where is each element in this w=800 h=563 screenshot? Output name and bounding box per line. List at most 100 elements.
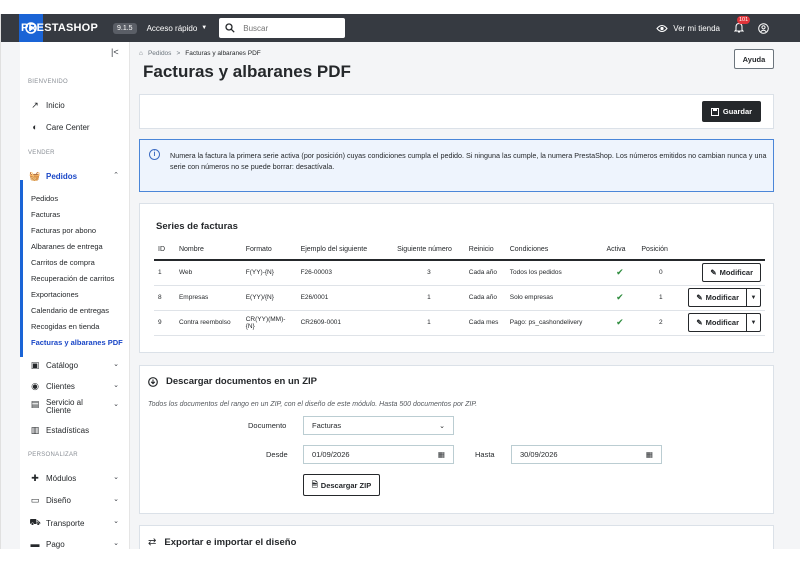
sidebar-item-label: Transporte [46, 518, 85, 528]
export-import-card: ⇄ Exportar e importar el diseño [139, 525, 774, 549]
sidebar-subitem-calendario[interactable]: Calendario de entregas [31, 306, 109, 315]
save-button[interactable]: Guardar [702, 101, 761, 122]
sidebar-item-pago[interactable]: ▬ Pago [29, 539, 65, 549]
cell-name: Web [174, 260, 242, 286]
logo-text: PRESTASHOP [21, 22, 98, 34]
floppy-icon [710, 107, 719, 116]
app-window: PRESTASHOP 9.1.5 Acceso rápido ▼ Ver mi … [0, 14, 800, 549]
download-zip-label: Descargar ZIP [320, 480, 372, 490]
stats-icon: ▥ [30, 425, 40, 435]
cell-example: E26/0001 [296, 285, 394, 311]
cell-next: 1 [393, 310, 465, 336]
info-alert: i Numera la factura la primera serie act… [139, 139, 774, 192]
export-header: ⇄ Exportar e importar el diseño [148, 537, 296, 548]
cell-example: CR2609-0001 [296, 310, 394, 336]
calendar-icon: ▦ [437, 450, 445, 459]
chevron-down-icon[interactable]: ⌄ [113, 495, 119, 503]
sidebar-item-label: Estadísticas [46, 426, 90, 435]
table-row: 1 Web F(YY)-{N} F26-00003 3 Cada año Tod… [154, 260, 765, 286]
sidebar-item-transporte[interactable]: ⛟ Transporte [29, 517, 84, 529]
truck-icon: ⛟ [29, 517, 41, 527]
from-label: Desde [266, 450, 288, 459]
chevron-down-icon[interactable]: ⌄ [113, 360, 119, 368]
info-icon: i [149, 149, 160, 160]
sidebar-subitem-facturas[interactable]: Facturas [31, 210, 60, 219]
modify-button[interactable]: ✎ Modificar [688, 313, 747, 332]
cell-next: 3 [393, 260, 465, 286]
modify-button[interactable]: ✎ Modificar [688, 288, 747, 307]
export-title: Exportar e importar el diseño [164, 537, 297, 548]
collapse-sidebar-icon[interactable]: |< [111, 47, 119, 57]
sidebar-subitem-carritos[interactable]: Carritos de compra [31, 258, 95, 267]
breadcrumb-link[interactable]: Pedidos [148, 50, 172, 57]
document-select-value: Facturas [312, 421, 342, 430]
cell-position: 0 [637, 260, 685, 286]
section-customize: PERSONALIZAR [28, 452, 78, 458]
basket-icon: 🧺 [29, 171, 41, 181]
sidebar-item-label-2: Cliente [46, 406, 71, 415]
quick-access-dropdown[interactable]: Acceso rápido ▼ [147, 24, 208, 33]
chevron-down-icon: ⌄ [439, 422, 445, 430]
sidebar-item-care-center[interactable]: ◐ Care Center [29, 122, 90, 132]
from-date-input[interactable]: 01/09/2026 ▦ [303, 445, 454, 464]
sidebar-item-modulos[interactable]: ✚ Módulos [29, 473, 76, 484]
prestashop-logo[interactable]: PRESTASHOP [1, 14, 105, 42]
to-date-input[interactable]: 30/09/2026 ▦ [511, 445, 662, 464]
table-header-row: ID Nombre Formato Ejemplo del siguiente … [154, 240, 765, 261]
col-header-actions [684, 240, 765, 261]
modify-label: Modificar [719, 268, 753, 278]
help-button[interactable]: Ayuda [734, 49, 774, 69]
sidebar-subitem-albaranes[interactable]: Albaranes de entrega [31, 242, 103, 251]
view-store-link[interactable]: Ver mi tienda [656, 24, 720, 33]
chevron-down-icon[interactable]: ⌄ [113, 539, 119, 547]
search-box[interactable] [219, 18, 346, 38]
col-header: Condiciones [505, 240, 603, 261]
search-input[interactable] [243, 23, 334, 33]
from-date-value: 01/09/2026 [312, 450, 350, 459]
cell-next: 1 [393, 285, 465, 311]
notifications-button[interactable]: 101 [733, 15, 751, 35]
sidebar-item-servicio-cliente[interactable]: ▤ Servicio al Cliente [29, 399, 83, 415]
sidebar-subitem-facturas-pdf[interactable]: Facturas y albaranes PDF [31, 338, 123, 347]
account-icon[interactable] [758, 22, 769, 34]
file-zip-icon: 🗎 [311, 479, 318, 489]
sidebar-subitem-recuperacion[interactable]: Recuperación de carritos [31, 274, 114, 283]
sidebar-item-diseno[interactable]: ▭ Diseño [29, 495, 71, 506]
col-header: Nombre [174, 240, 242, 261]
sidebar-item-catalogo[interactable]: ▣ Catálogo [29, 360, 78, 371]
col-header: Posición [637, 240, 685, 261]
page-title: Facturas y albaranes PDF [143, 62, 351, 81]
sidebar-subitem-recogidas[interactable]: Recogidas en tienda [31, 322, 99, 331]
sidebar-item-clientes[interactable]: ◉ Clientes [29, 381, 75, 392]
cell-active: ✔ [602, 260, 638, 286]
sidebar-subitem-pedidos[interactable]: Pedidos [31, 194, 58, 203]
chevron-up-icon[interactable]: ⌃ [113, 171, 119, 179]
modify-button[interactable]: ✎ Modificar [702, 263, 761, 283]
notifications-count: 101 [737, 15, 751, 24]
cell-format: E(YY)/{N} [241, 285, 297, 311]
download-zip-button[interactable]: 🗎 Descargar ZIP [303, 474, 380, 496]
chevron-down-icon[interactable]: ⌄ [113, 517, 119, 525]
col-header: ID [154, 240, 175, 261]
check-icon: ✔ [616, 267, 624, 278]
more-actions-caret-icon[interactable]: ▼ [747, 288, 761, 307]
sidebar-item-label: Pedidos [46, 172, 78, 181]
sidebar-item-inicio[interactable]: ↗ Inicio [29, 100, 64, 111]
chevron-down-icon[interactable]: ⌄ [113, 381, 119, 389]
top-bar: PRESTASHOP 9.1.5 Acceso rápido ▼ Ver mi … [1, 14, 800, 42]
sidebar-item-estadisticas[interactable]: ▥ Estadísticas [29, 425, 89, 436]
sidebar-item-label: Care Center [46, 122, 90, 132]
sidebar-subitem-facturas-abono[interactable]: Facturas por abono [31, 226, 96, 235]
settings-card: Guardar [139, 94, 774, 129]
version-badge: 9.1.5 [113, 22, 137, 34]
more-actions-caret-icon[interactable]: ▼ [747, 313, 761, 332]
sidebar-item-pedidos[interactable]: 🧺 Pedidos [29, 171, 77, 182]
chevron-down-icon[interactable]: ⌄ [113, 400, 119, 408]
sidebar-item-label: Catálogo [46, 361, 79, 370]
store-icon: ▣ [30, 360, 40, 370]
chevron-down-icon[interactable]: ⌄ [113, 473, 119, 481]
to-date-value: 30/09/2026 [520, 450, 558, 459]
sidebar-subitem-exportaciones[interactable]: Exportaciones [31, 290, 79, 299]
document-select[interactable]: Facturas ⌄ [303, 416, 454, 435]
modify-label: Modificar [705, 293, 739, 302]
